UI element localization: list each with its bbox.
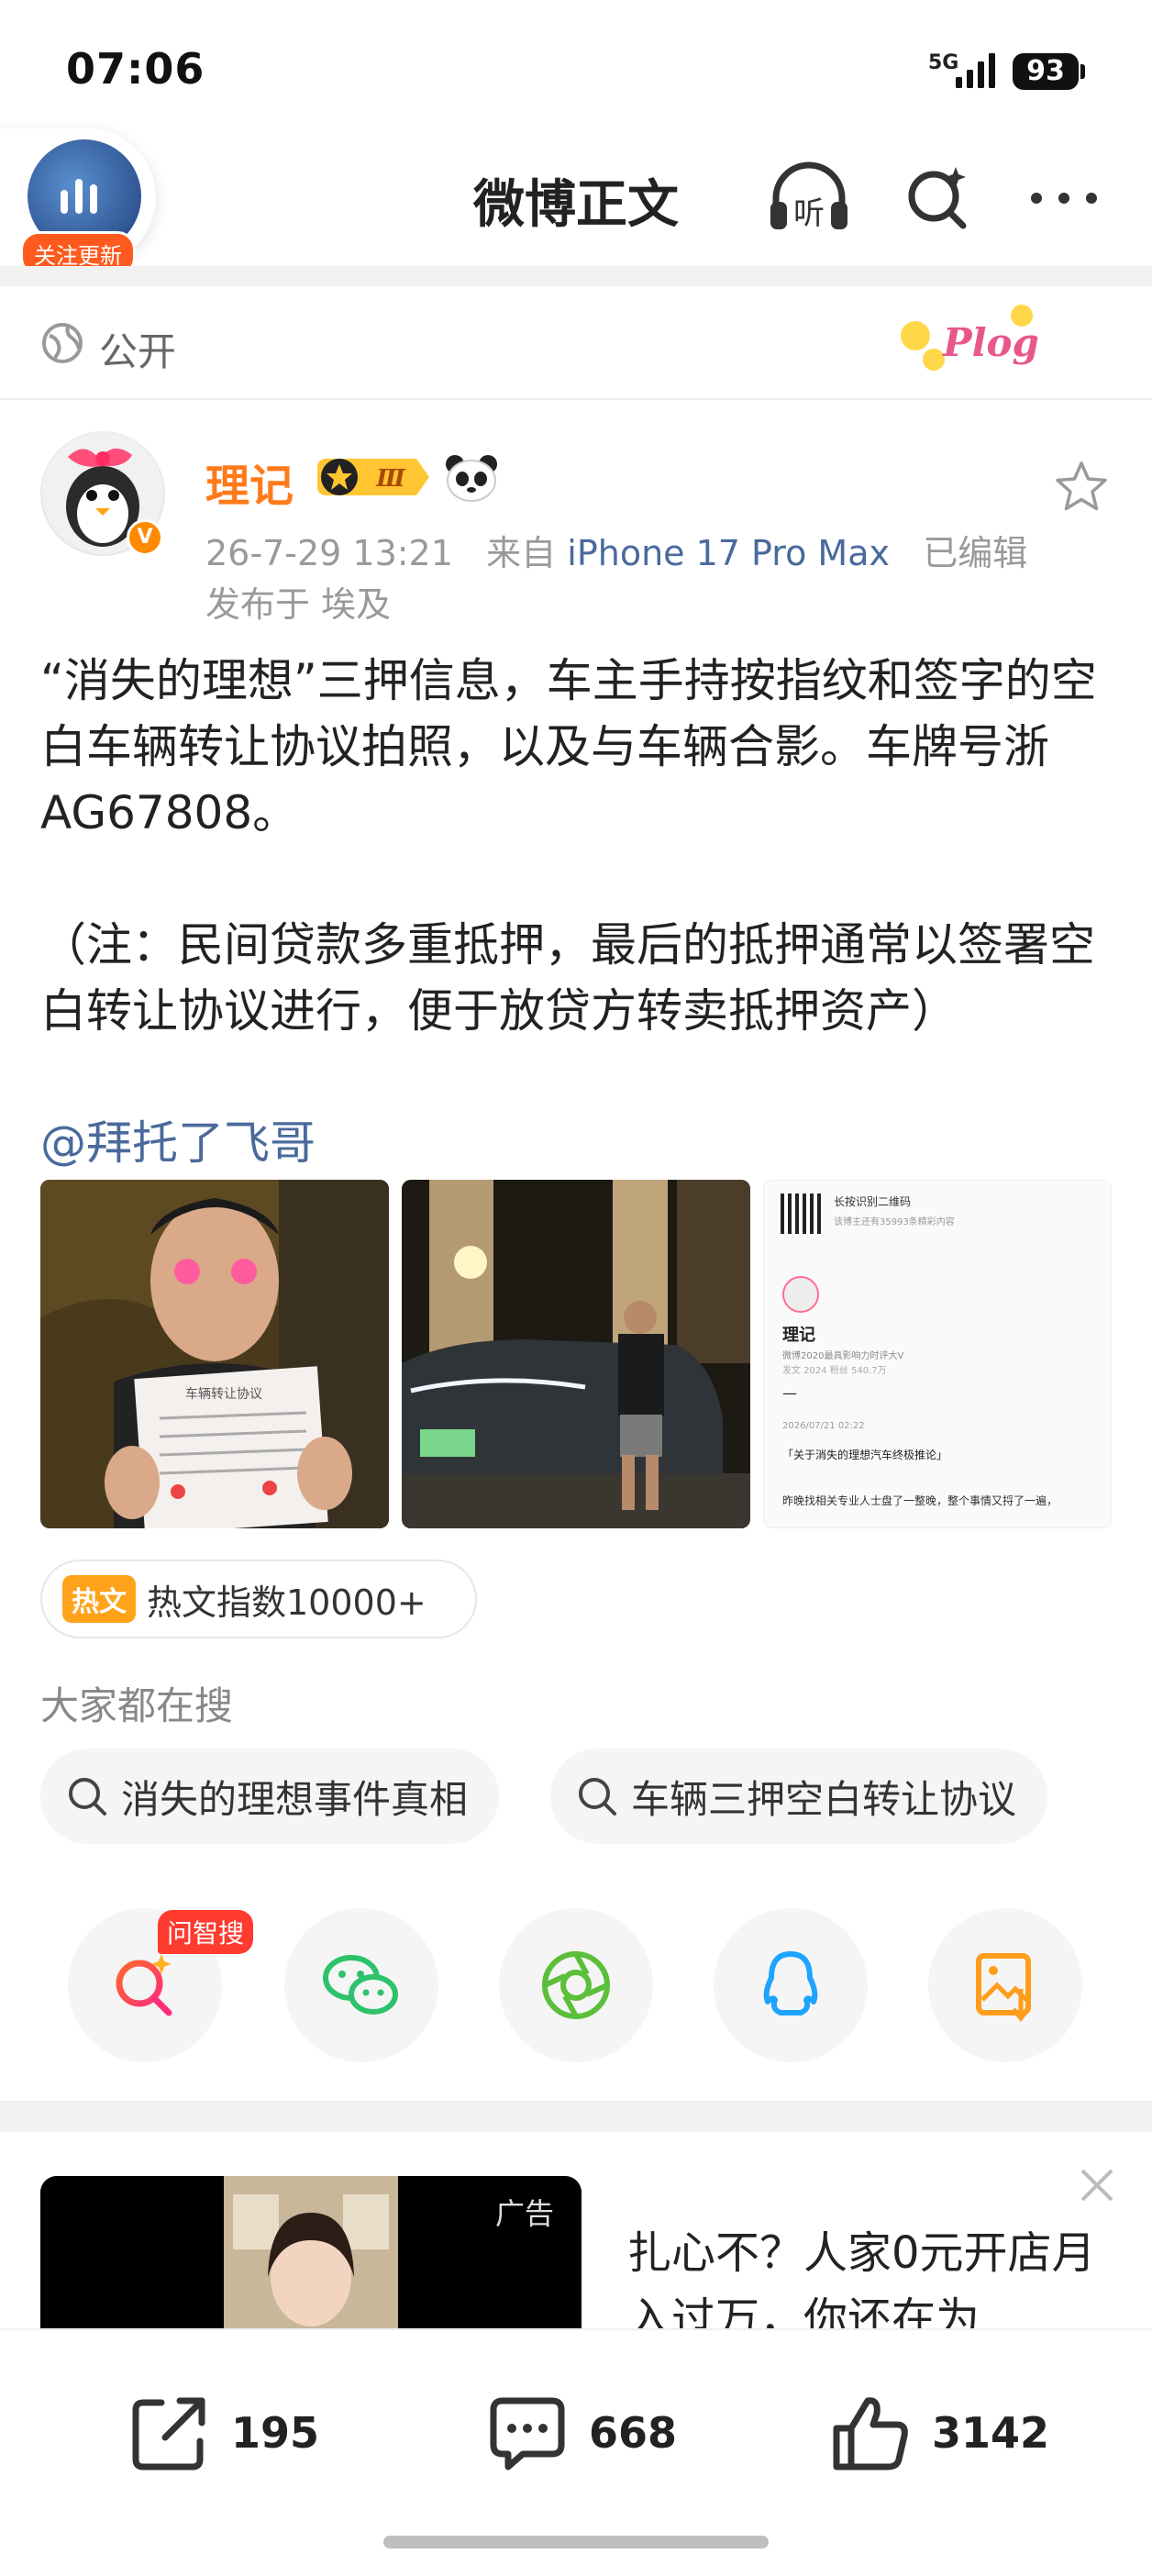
hot-tag: 热文 bbox=[62, 1575, 136, 1623]
status-bar: 07:06 5G 93 bbox=[0, 0, 1152, 138]
edited-label[interactable]: 已编辑 bbox=[923, 533, 1027, 573]
post-body: “消失的理想”三押信息，车主手持按指纹和签字的空白车辆转让协议拍照，以及与车辆合… bbox=[40, 648, 1123, 1044]
listen-icon: 听 bbox=[770, 161, 847, 232]
search-chip-1[interactable]: 消失的理想事件真相 bbox=[40, 1749, 500, 1844]
like-icon bbox=[833, 2397, 908, 2471]
comment-icon bbox=[490, 2397, 565, 2471]
share-qq-button[interactable] bbox=[714, 1908, 868, 2062]
source-device[interactable]: iPhone 17 Pro Max bbox=[567, 533, 890, 573]
mention-link[interactable]: @拜托了飞哥 bbox=[40, 1106, 316, 1172]
qq-icon bbox=[763, 1951, 818, 2015]
section-divider bbox=[0, 2101, 1152, 2132]
post-image-1[interactable]: 车辆转让协议 bbox=[40, 1180, 389, 1528]
follow-update-button[interactable]: 关注更新 bbox=[0, 128, 156, 276]
qr-title: 长按识别二维码 bbox=[834, 1195, 912, 1208]
author-avatar[interactable]: V bbox=[40, 431, 165, 556]
post-date: 26-7-29 13:21 bbox=[205, 533, 453, 573]
network-type: 5G bbox=[928, 51, 959, 74]
qr-subtitle: 该博主还有35993条精彩内容 bbox=[834, 1217, 955, 1227]
hot-index-text: 热文指数10000+ bbox=[147, 1582, 426, 1623]
card-dash: — bbox=[782, 1384, 797, 1402]
share-moments-button[interactable] bbox=[499, 1908, 653, 2062]
visibility-label: 公开 bbox=[99, 329, 177, 374]
card-avatar bbox=[782, 1276, 819, 1313]
qr-code-icon bbox=[781, 1194, 821, 1234]
post-image-2[interactable] bbox=[402, 1180, 750, 1528]
card-headline: 「关于消失的理想汽车终极推论」 bbox=[782, 1449, 948, 1461]
search-chip-label: 消失的理想事件真相 bbox=[121, 1776, 469, 1822]
repost-count: 195 bbox=[231, 2408, 320, 2458]
search-chip-2[interactable]: 车辆三押空白转让协议 bbox=[550, 1749, 1048, 1844]
more-icon bbox=[1031, 193, 1097, 204]
share-wechat-button[interactable] bbox=[284, 1908, 438, 2062]
visibility-row: 公开 Plog bbox=[0, 286, 1152, 400]
svg-text:听: 听 bbox=[793, 195, 825, 232]
save-image-button[interactable] bbox=[928, 1908, 1082, 2062]
card-date: 2026/07/21 02:22 bbox=[782, 1421, 865, 1431]
close-icon[interactable] bbox=[1075, 2163, 1119, 2207]
photo-man-with-car bbox=[402, 1180, 750, 1528]
ai-search-button[interactable] bbox=[895, 154, 983, 242]
post-paragraph-2: （注：民间贷款多重抵押，最后的抵押通常以签署空白转让协议进行，便于放贷方转卖抵押… bbox=[40, 918, 1095, 1038]
nav-bar: 微博正文 关注更新 听 bbox=[0, 128, 1152, 276]
trending-search-title: 大家都在搜 bbox=[40, 1683, 234, 1728]
card-name: 理记 bbox=[782, 1326, 815, 1345]
ai-search-icon bbox=[116, 1954, 172, 2016]
signal-icon bbox=[956, 53, 995, 88]
card-line1: 微博2020最具影响力时评大V bbox=[782, 1351, 904, 1361]
repost-icon bbox=[132, 2397, 205, 2471]
battery-tip bbox=[1080, 64, 1085, 79]
listen-button[interactable]: 听 bbox=[765, 154, 853, 242]
screenshot-card: 长按识别二维码 该博主还有35993条精彩内容 理记 微博2020最具影响力时评… bbox=[764, 1181, 1111, 1527]
comment-button[interactable]: 668 bbox=[486, 2387, 677, 2479]
moments-icon bbox=[542, 1951, 610, 2019]
comment-count: 668 bbox=[589, 2408, 678, 2458]
vip-level: Ⅲ bbox=[375, 465, 406, 493]
home-indicator[interactable] bbox=[383, 2536, 769, 2548]
bottom-action-bar: 195 668 3142 bbox=[0, 2328, 1152, 2576]
repost-button[interactable]: 195 bbox=[128, 2387, 319, 2479]
hot-index-chip[interactable]: 热文 热文指数10000+ bbox=[40, 1560, 477, 1638]
post-location: 发布于 埃及 bbox=[205, 584, 392, 625]
post-paragraph-1: “消失的理想”三押信息，车主手持按指纹和签字的空白车辆转让协议拍照，以及与车辆合… bbox=[40, 654, 1097, 839]
post-meta: 26-7-29 13:21 来自 iPhone 17 Pro Max 已编辑 bbox=[205, 525, 1027, 575]
search-chip-label: 车辆三押空白转让协议 bbox=[631, 1776, 1017, 1822]
search-ai-icon bbox=[908, 167, 967, 229]
wechat-icon bbox=[323, 1955, 398, 2015]
more-button[interactable] bbox=[1020, 154, 1108, 242]
source-prefix: 来自 bbox=[486, 533, 557, 573]
globe-icon bbox=[42, 323, 83, 363]
plog-text: Plog bbox=[942, 320, 1039, 365]
save-image-icon bbox=[976, 1953, 1031, 2022]
like-count: 3142 bbox=[932, 2408, 1050, 2458]
post-image-3[interactable]: 长按识别二维码 该博主还有35993条精彩内容 理记 微博2020最具影响力时评… bbox=[763, 1180, 1112, 1528]
like-button[interactable]: 3142 bbox=[829, 2387, 1049, 2479]
vip-badge-icon: Ⅲ bbox=[317, 459, 429, 495]
card-line2: 发文 2024 粉丝 540.7万 bbox=[782, 1366, 887, 1376]
ai-search-badge: 问智搜 bbox=[158, 1910, 254, 1954]
status-time: 07:06 bbox=[66, 44, 205, 94]
section-divider bbox=[0, 266, 1152, 286]
ad-label: 广告 bbox=[495, 2196, 555, 2231]
author-name[interactable]: 理记 bbox=[205, 450, 294, 514]
plog-sticker-icon: Plog bbox=[901, 305, 1039, 371]
search-icon bbox=[579, 1778, 616, 1815]
card-body: 昨晚找相关专业人士盘了一整晚，整个事情又捋了一遍， bbox=[782, 1494, 1058, 1507]
favorite-star-icon[interactable] bbox=[1053, 459, 1110, 516]
search-icon bbox=[69, 1778, 106, 1815]
battery-icon: 93 bbox=[1013, 53, 1079, 90]
verified-badge-icon: V bbox=[127, 519, 163, 556]
audio-bars-icon bbox=[61, 179, 97, 214]
panda-icon bbox=[446, 455, 497, 502]
photo-man-holding-document: 车辆转让协议 bbox=[40, 1180, 389, 1528]
document-title: 车辆转让协议 bbox=[185, 1386, 262, 1402]
battery-level: 93 bbox=[1026, 55, 1065, 87]
